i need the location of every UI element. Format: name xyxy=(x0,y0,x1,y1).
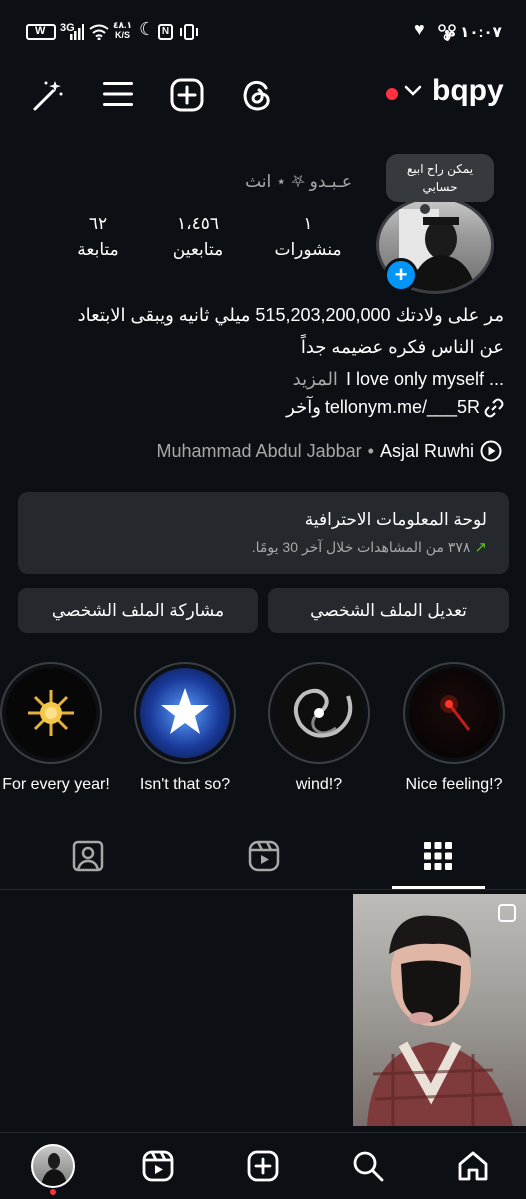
stat-followers[interactable]: ١،٤٥٦ متابعين xyxy=(160,214,236,260)
highlight-label: wind!? xyxy=(295,776,343,793)
magic-wand-icon[interactable] xyxy=(28,76,68,116)
grid-icon xyxy=(424,842,452,870)
live-dot xyxy=(386,88,398,100)
stat-value: ١،٤٥٦ xyxy=(176,214,219,233)
red-light-icon xyxy=(409,668,499,758)
moon-icon: ☾ xyxy=(139,19,156,39)
highlight-label: For every year! xyxy=(2,776,110,793)
stat-value: ١ xyxy=(303,214,313,233)
note-bubble-tail xyxy=(420,204,430,214)
golden-sun-icon xyxy=(6,668,96,758)
notification-dot xyxy=(50,1189,56,1195)
tab-reels[interactable] xyxy=(218,834,310,878)
nav-search[interactable] xyxy=(346,1144,390,1188)
heart-icon: ♥ xyxy=(414,19,425,39)
tab-grid[interactable] xyxy=(392,834,484,878)
stat-label: متابعة xyxy=(77,240,119,259)
create-icon[interactable] xyxy=(166,74,208,116)
stat-following[interactable]: ٦٢ متابعة xyxy=(60,214,136,260)
wifi-icon xyxy=(89,24,109,40)
threads-icon[interactable] xyxy=(236,74,278,116)
reels-icon xyxy=(142,1150,174,1182)
fan-icon xyxy=(438,24,456,40)
bio-text: I love only myself ... xyxy=(345,369,504,389)
network-speed: ٤٨.١ K/S xyxy=(113,20,132,40)
share-profile-button[interactable]: مشاركة الملف الشخصي xyxy=(18,588,258,633)
menu-icon[interactable] xyxy=(98,74,138,114)
nav-create[interactable] xyxy=(241,1144,285,1188)
plus-icon: + xyxy=(394,262,408,287)
dashboard-subtitle: ٣٧٨ من المشاهدات خلال آخر 30 يومًا. xyxy=(251,538,471,555)
highlight-label: Isn't that so? xyxy=(139,776,231,793)
link-icon xyxy=(484,398,504,417)
glowing-star-icon xyxy=(140,668,230,758)
vibrate-icon xyxy=(180,24,198,40)
nav-reels[interactable] xyxy=(136,1144,180,1188)
note-bubble[interactable]: يمكن راح ابيع حسابي xyxy=(386,154,494,202)
wallet-icon: W xyxy=(26,24,56,40)
tabs-divider xyxy=(0,889,526,890)
music-title: Muhammad Abdul Jabbar xyxy=(156,440,362,461)
highlight-item[interactable] xyxy=(0,662,102,764)
professional-dashboard[interactable]: لوحة المعلومات الاحترافية ٣٧٨ من المشاهد… xyxy=(18,492,509,574)
add-story-button[interactable]: + xyxy=(384,258,418,292)
music-separator: • xyxy=(367,440,374,461)
avatar xyxy=(41,1153,67,1186)
highlight-item[interactable] xyxy=(268,662,370,764)
home-icon xyxy=(458,1151,488,1181)
highlight-label: Nice feeling!? xyxy=(405,776,503,793)
stat-label: منشورات xyxy=(274,240,342,259)
stat-label: متابعين xyxy=(172,240,224,259)
bio-line-1: مر على ولادتك 515,203,200,000 ميلي ثانيه… xyxy=(77,305,504,325)
edit-profile-button[interactable]: تعديل الملف الشخصي xyxy=(268,588,509,633)
post-thumbnail[interactable] xyxy=(353,894,526,1126)
stat-posts[interactable]: ١ منشورات xyxy=(270,214,346,260)
search-icon xyxy=(353,1151,384,1182)
bio-line-3: المزيد I love only myself ... xyxy=(293,369,504,390)
wallet-label: W xyxy=(35,25,46,37)
link-suffix: وآخر xyxy=(286,397,321,417)
stat-value: ٦٢ xyxy=(88,214,108,233)
reels-icon xyxy=(248,840,280,872)
bio-more-link[interactable]: المزيد xyxy=(293,369,338,389)
trend-up-icon: ↗ xyxy=(474,539,487,556)
create-icon xyxy=(247,1150,279,1182)
account-username[interactable]: bqpy xyxy=(432,74,504,108)
spiral-galaxy-icon xyxy=(274,668,364,758)
nfc-icon: N xyxy=(158,24,173,40)
tagged-icon xyxy=(72,840,104,872)
nav-home[interactable] xyxy=(451,1144,495,1188)
signal-icon xyxy=(70,24,84,40)
tab-tagged[interactable] xyxy=(42,834,134,878)
highlight-item[interactable] xyxy=(134,662,236,764)
profile-music-row[interactable]: Muhammad Abdul Jabbar • Asjal Ruwhi xyxy=(157,440,502,462)
nav-profile[interactable] xyxy=(31,1144,75,1188)
chevron-down-icon[interactable] xyxy=(404,84,422,103)
display-name: عـبـدو ⛧ ⋆ انث xyxy=(245,172,352,191)
play-icon xyxy=(480,440,502,462)
status-bar: W 3G ٤٨.١ K/S ☾ N ١٠:٠٧ م ♥ xyxy=(0,0,526,62)
bio-line-2: عن الناس فكره عضيمه جداً xyxy=(300,337,504,357)
highlight-item[interactable] xyxy=(403,662,505,764)
bio-link[interactable]: tellonym.me/___5R xyxy=(325,397,480,418)
bio-link-row[interactable]: وآخر tellonym.me/___5R xyxy=(286,397,504,418)
dashboard-title: لوحة المعلومات الاحترافية xyxy=(304,510,487,529)
carousel-icon xyxy=(498,904,516,922)
music-artist: Asjal Ruwhi xyxy=(379,440,474,461)
